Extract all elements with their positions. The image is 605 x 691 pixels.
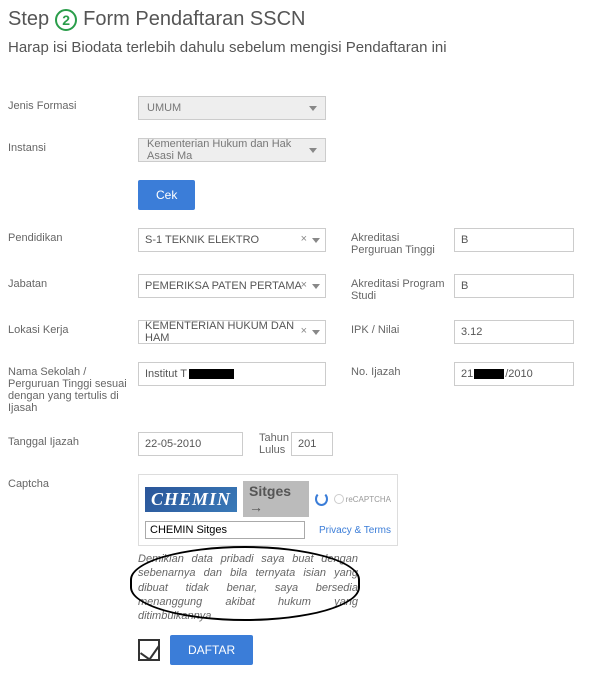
jabatan-value: PEMERIKSA PATEN PERTAMA <box>145 280 302 292</box>
tahun-lulus-input[interactable] <box>291 432 333 456</box>
akreditasi-pt-input[interactable] <box>454 228 574 252</box>
captcha-widget: CHEMIN Sitges → reCAPTCHA Privacy & Term… <box>138 474 398 546</box>
akreditasi-pt-label: Akreditasi Perguruan Tinggi <box>333 228 448 256</box>
page-heading: Step 2 Form Pendaftaran SSCN <box>8 8 597 31</box>
tahun-lulus-label: Tahun Lulus <box>259 432 291 456</box>
daftar-button[interactable]: DAFTAR <box>170 635 253 665</box>
chevron-down-icon <box>312 330 320 335</box>
jenis-formasi-value: UMUM <box>147 102 181 114</box>
page-title: Form Pendaftaran SSCN <box>83 8 305 31</box>
privacy-terms-link[interactable]: Privacy & Terms <box>319 525 391 536</box>
clear-icon[interactable]: × <box>301 279 307 291</box>
step-prefix: Step <box>8 8 49 31</box>
chevron-down-icon <box>312 238 320 243</box>
lokasi-kerja-label: Lokasi Kerja <box>8 320 138 336</box>
chevron-down-icon <box>309 106 317 111</box>
recaptcha-badge: reCAPTCHA <box>334 494 391 504</box>
nama-sekolah-label: Nama Sekolah / Perguruan Tinggi sesuai d… <box>8 362 138 414</box>
clear-icon[interactable]: × <box>301 233 307 245</box>
clear-icon[interactable]: × <box>301 325 307 337</box>
ipk-label: IPK / Nilai <box>333 320 448 336</box>
jenis-formasi-label: Jenis Formasi <box>8 96 138 112</box>
jabatan-select[interactable]: PEMERIKSA PATEN PERTAMA × <box>138 274 326 298</box>
captcha-label: Captcha <box>8 474 138 490</box>
instansi-value: Kementerian Hukum dan Hak Asasi Ma <box>147 138 309 162</box>
pendidikan-select[interactable]: S-1 TEKNIK ELEKTRO × <box>138 228 326 252</box>
instansi-label: Instansi <box>8 138 138 154</box>
instansi-select[interactable]: Kementerian Hukum dan Hak Asasi Ma <box>138 138 326 162</box>
akreditasi-ps-label: Akreditasi Program Studi <box>333 274 448 302</box>
jenis-formasi-select[interactable]: UMUM <box>138 96 326 120</box>
akreditasi-ps-input[interactable] <box>454 274 574 298</box>
refresh-icon[interactable] <box>315 492 328 506</box>
lokasi-kerja-value: KEMENTERIAN HUKUM DAN HAM <box>145 320 319 344</box>
captcha-input[interactable] <box>145 521 305 539</box>
pendidikan-label: Pendidikan <box>8 228 138 244</box>
nama-sekolah-input[interactable]: Institut T <box>138 362 326 386</box>
tanggal-ijazah-input[interactable] <box>138 432 243 456</box>
redacted-text <box>474 369 504 379</box>
agreement-checkbox[interactable] <box>138 639 160 661</box>
cek-button[interactable]: Cek <box>138 180 195 210</box>
chevron-down-icon <box>309 148 317 153</box>
step-number-badge: 2 <box>55 9 77 31</box>
captcha-image-1: CHEMIN <box>145 487 237 512</box>
lokasi-kerja-select[interactable]: KEMENTERIAN HUKUM DAN HAM × <box>138 320 326 344</box>
ipk-input[interactable] <box>454 320 574 344</box>
no-ijazah-label: No. Ijazah <box>333 362 448 378</box>
tanggal-ijazah-label: Tanggal Ijazah <box>8 432 138 448</box>
no-ijazah-input[interactable]: 21/2010 <box>454 362 574 386</box>
page-subtitle: Harap isi Biodata terlebih dahulu sebelu… <box>8 39 597 56</box>
declaration-text: Demikian data pribadi saya buat dengan s… <box>138 552 358 623</box>
redacted-text <box>189 369 234 379</box>
pendidikan-value: S-1 TEKNIK ELEKTRO <box>145 234 259 246</box>
chevron-down-icon <box>312 284 320 289</box>
jabatan-label: Jabatan <box>8 274 138 290</box>
captcha-image-2: Sitges → <box>243 481 309 517</box>
